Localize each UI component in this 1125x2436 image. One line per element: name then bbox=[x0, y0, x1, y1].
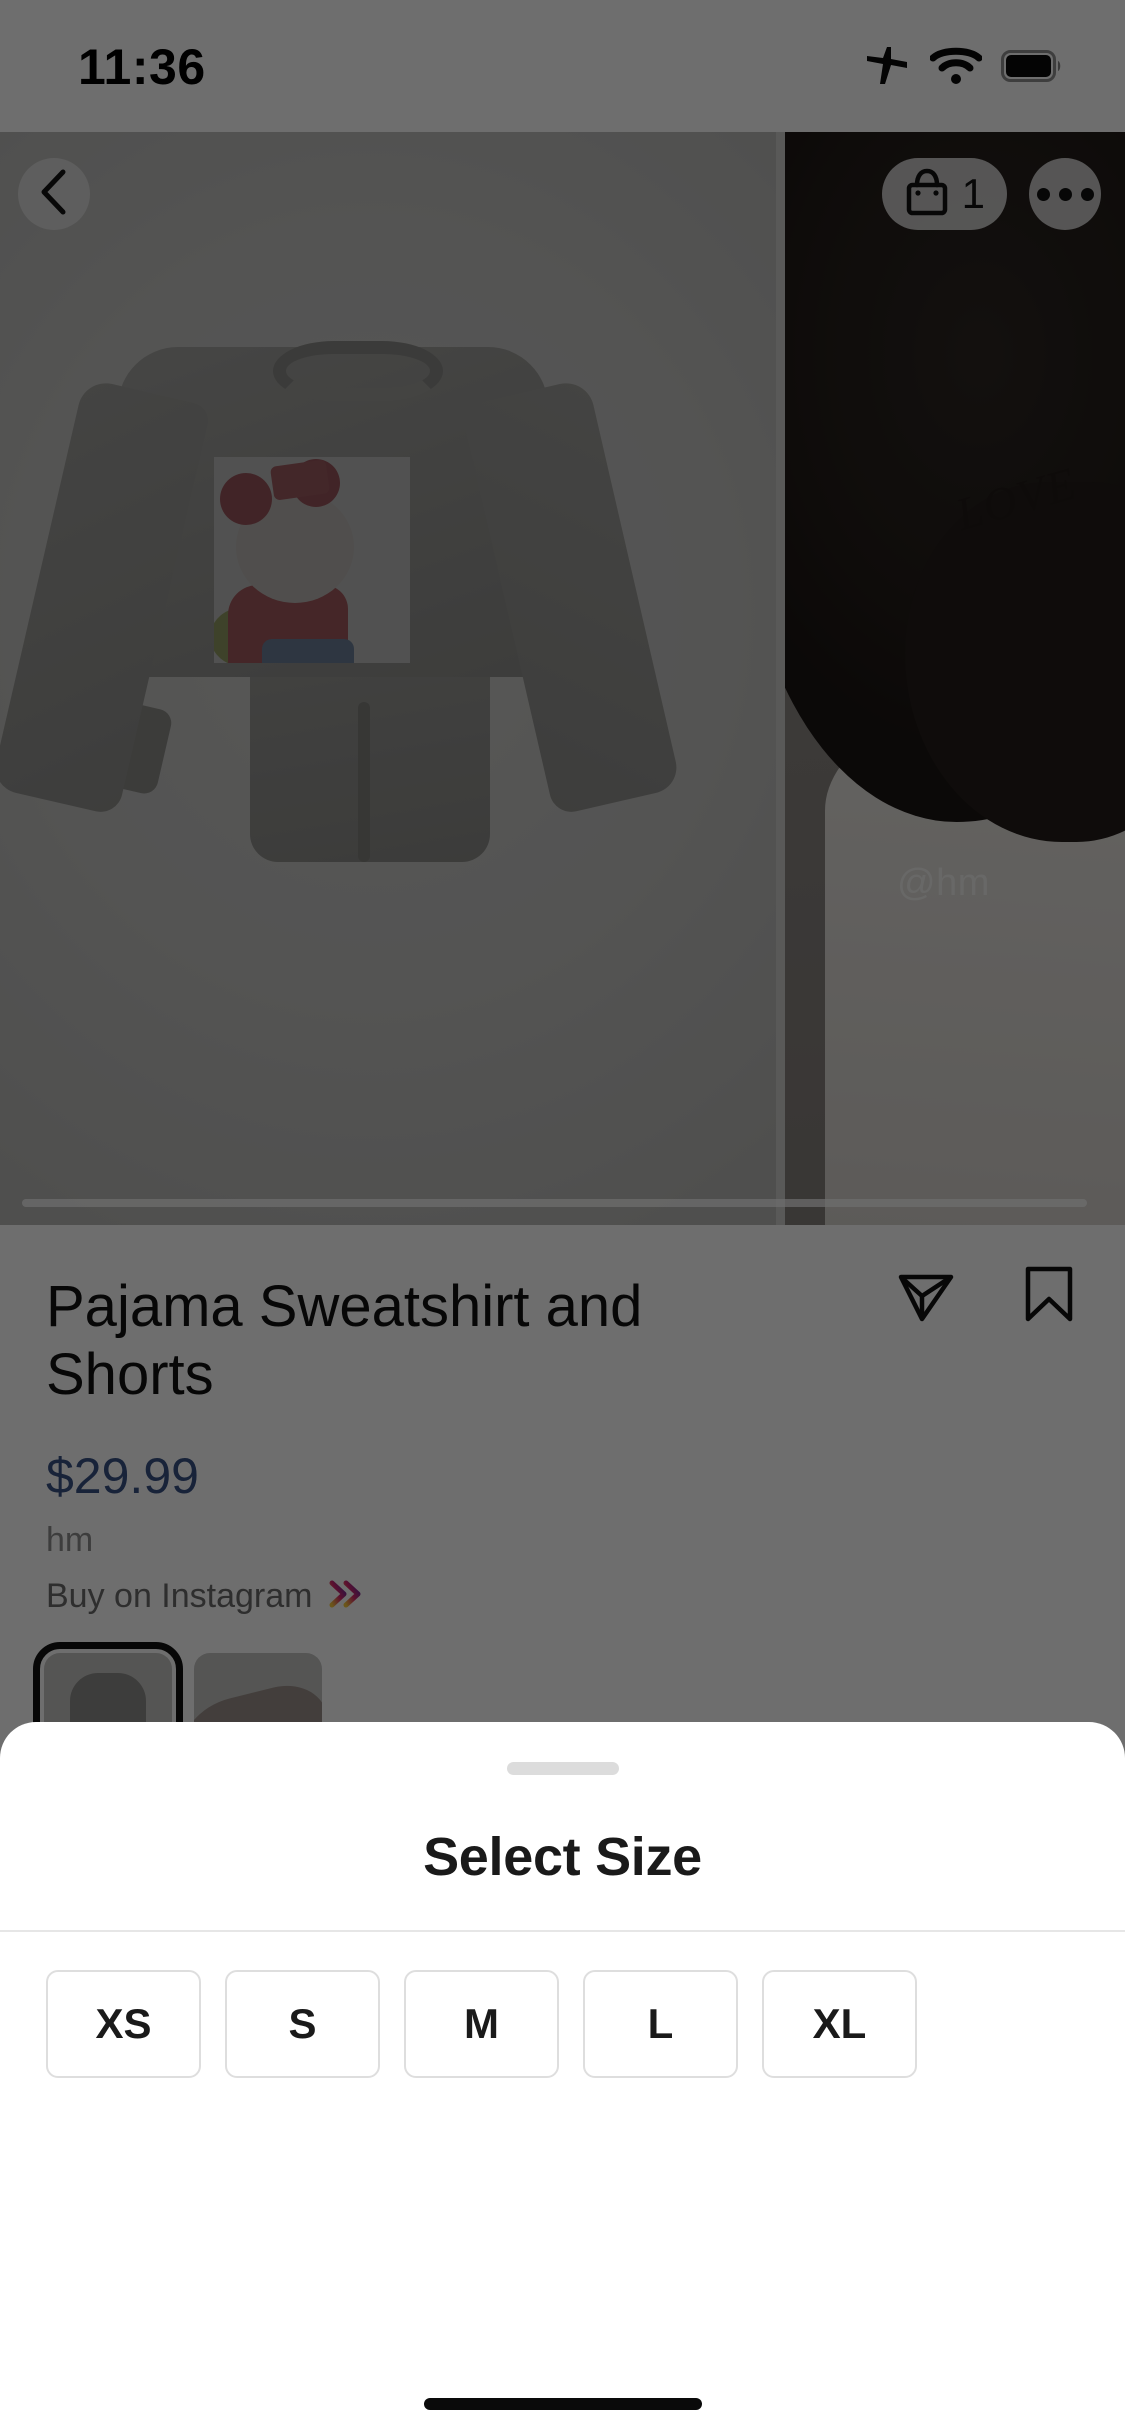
size-option-s[interactable]: S bbox=[225, 1970, 380, 2078]
home-indicator[interactable] bbox=[423, 2398, 702, 2410]
size-option-xl[interactable]: XL bbox=[762, 1970, 917, 2078]
size-option-xs[interactable]: XS bbox=[46, 1970, 201, 2078]
size-option-m[interactable]: M bbox=[404, 1970, 559, 2078]
size-options-grid: XS S M L XL bbox=[46, 1970, 1086, 2078]
sheet-title: Select Size bbox=[423, 1827, 702, 1887]
sheet-drag-handle[interactable] bbox=[506, 1762, 619, 1775]
size-option-l[interactable]: L bbox=[583, 1970, 738, 2078]
sheet-divider bbox=[0, 1930, 1125, 1932]
select-size-bottom-sheet: Select Size XS S M L XL bbox=[0, 1722, 1125, 2436]
